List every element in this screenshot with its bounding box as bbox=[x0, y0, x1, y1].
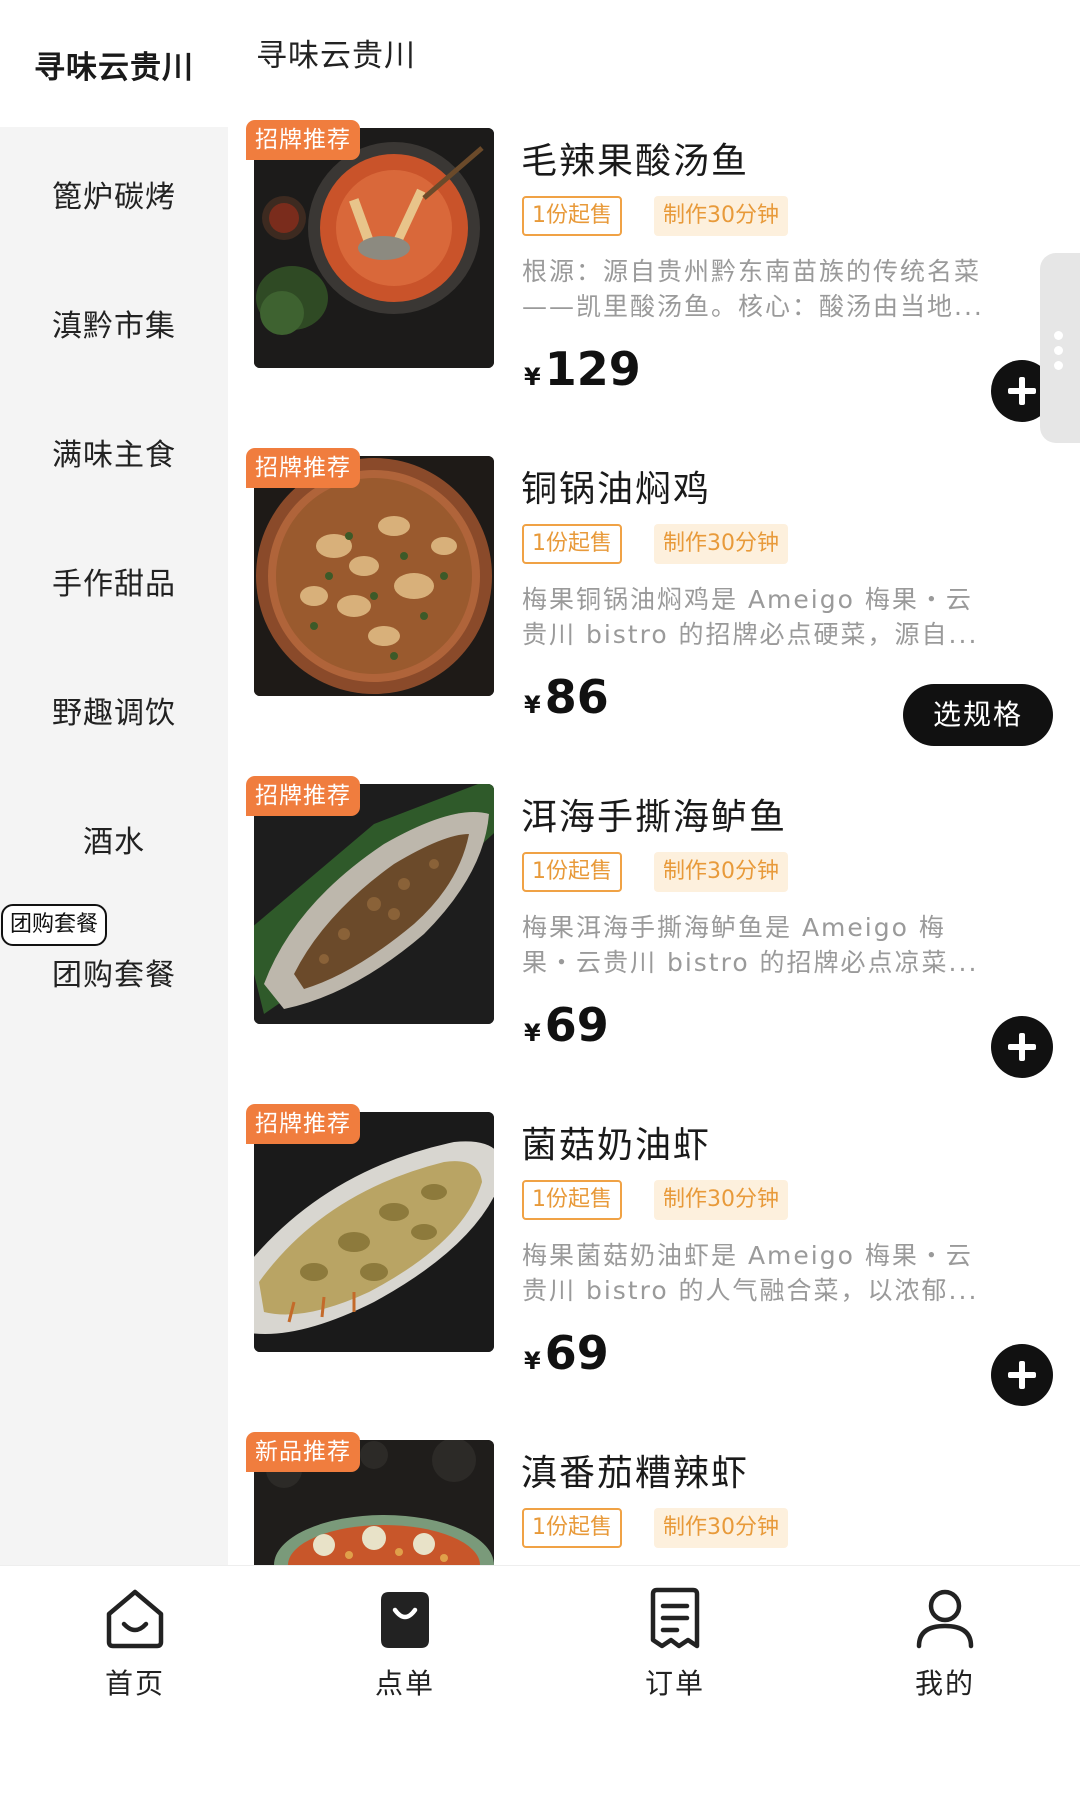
product-price: ¥69 bbox=[524, 1326, 609, 1380]
currency-symbol: ¥ bbox=[524, 363, 541, 391]
tab-orders[interactable]: 订单 bbox=[575, 1586, 775, 1726]
product-description: 根源：源自贵州黔东南苗族的传统名菜 ——凯里酸汤鱼。核心：酸汤由当地... bbox=[522, 254, 1042, 324]
product-name: 滇番茄糟辣虾 bbox=[521, 1453, 750, 1494]
user-icon bbox=[916, 1589, 974, 1649]
bottom-tab-bar: 首页 点单 订单 我的 bbox=[0, 1565, 1080, 1809]
floating-drawer-handle[interactable] bbox=[1040, 253, 1080, 443]
min-order-tag: 1份起售 bbox=[522, 524, 622, 564]
min-order-tag: 1份起售 bbox=[522, 852, 622, 892]
price-value: 69 bbox=[544, 998, 609, 1052]
product-description: 梅果洱海手撕海鲈鱼是 Ameigo 梅 果・云贵川 bistro 的招牌必点凉菜… bbox=[522, 910, 1042, 980]
product-badge: 招牌推荐 bbox=[246, 776, 360, 816]
tab-order-label: 点单 bbox=[374, 1667, 435, 1700]
product-image bbox=[254, 456, 494, 696]
price-value: 69 bbox=[544, 1326, 609, 1380]
tab-mine-label: 我的 bbox=[914, 1667, 975, 1700]
prep-time-tag: 制作30分钟 bbox=[654, 1508, 788, 1548]
product-card[interactable]: 招牌推荐 菌菇奶油虾 1份起售 制作30分钟 梅果菌菇奶油虾是 Ameigo 梅… bbox=[246, 1104, 1054, 1406]
product-description-line: 梅果铜锅油焖鸡是 Ameigo 梅果・云 bbox=[522, 585, 973, 614]
sidebar-item-staple[interactable]: 满味主食 bbox=[0, 430, 228, 474]
product-image bbox=[254, 1112, 494, 1352]
prep-time-tag: 制作30分钟 bbox=[654, 196, 788, 236]
product-image bbox=[254, 128, 494, 368]
plus-icon bbox=[1008, 1033, 1036, 1061]
product-badge: 招牌推荐 bbox=[246, 120, 360, 160]
min-order-tag: 1份起售 bbox=[522, 1508, 622, 1548]
price-value: 129 bbox=[544, 342, 641, 396]
active-category-label: 寻味云贵川 bbox=[34, 50, 194, 86]
handle-dot bbox=[1054, 346, 1063, 355]
add-to-cart-button[interactable] bbox=[991, 1016, 1053, 1078]
handle-dot bbox=[1054, 331, 1063, 340]
receipt-icon bbox=[650, 1587, 700, 1649]
product-name: 菌菇奶油虾 bbox=[521, 1125, 712, 1166]
product-description-line: 果・云贵川 bistro 的招牌必点凉菜... bbox=[522, 948, 979, 977]
sidebar-item-market[interactable]: 滇黔市集 bbox=[0, 301, 228, 345]
section-title: 寻味云贵川 bbox=[256, 38, 416, 74]
product-description: 梅果菌菇奶油虾是 Ameigo 梅果・云 贵川 bistro 的人气融合菜，以浓… bbox=[522, 1238, 1042, 1308]
sidebar-item-drinks[interactable]: 野趣调饮 bbox=[0, 688, 228, 732]
add-to-cart-button[interactable] bbox=[991, 1344, 1053, 1406]
handle-dot bbox=[1054, 361, 1063, 370]
product-price: ¥86 bbox=[524, 670, 609, 724]
product-description-line: 梅果洱海手撕海鲈鱼是 Ameigo 梅 bbox=[522, 913, 946, 942]
sidebar-item-alcohol[interactable]: 酒水 bbox=[0, 817, 228, 861]
sidebar-item-dessert[interactable]: 手作甜品 bbox=[0, 559, 228, 603]
sidebar-item-group-deal[interactable]: 团购套餐 bbox=[0, 950, 228, 994]
product-description-line: 贵川 bistro 的人气融合菜，以浓郁... bbox=[522, 1276, 979, 1305]
product-badge: 招牌推荐 bbox=[246, 1104, 360, 1144]
product-badge: 新品推荐 bbox=[246, 1432, 360, 1472]
sidebar-item-grill[interactable]: 篦炉碳烤 bbox=[0, 172, 228, 216]
product-badge: 招牌推荐 bbox=[246, 448, 360, 488]
product-name: 铜锅油焖鸡 bbox=[521, 469, 712, 510]
min-order-tag: 1份起售 bbox=[522, 1180, 622, 1220]
product-name: 毛辣果酸汤鱼 bbox=[521, 141, 750, 182]
category-sidebar: 寻味云贵川 篦炉碳烤 滇黔市集 满味主食 手作甜品 野趣调饮 酒水 团购套餐 团… bbox=[0, 0, 228, 1565]
select-spec-button[interactable]: 选规格 bbox=[903, 684, 1053, 746]
tab-home-label: 首页 bbox=[104, 1667, 165, 1700]
price-value: 86 bbox=[544, 670, 609, 724]
currency-symbol: ¥ bbox=[524, 691, 541, 719]
product-description-line: 贵川 bistro 的招牌必点硬菜，源自... bbox=[522, 620, 979, 649]
prep-time-tag: 制作30分钟 bbox=[654, 524, 788, 564]
currency-symbol: ¥ bbox=[524, 1347, 541, 1375]
home-icon bbox=[106, 1589, 164, 1649]
product-description-line: 根源：源自贵州黔东南苗族的传统名菜 bbox=[522, 257, 982, 286]
prep-time-tag: 制作30分钟 bbox=[654, 1180, 788, 1220]
product-card[interactable]: 招牌推荐 毛辣果酸汤鱼 1份起售 制作30分钟 根源：源自贵州黔东南苗族的传统名… bbox=[246, 120, 1054, 422]
plus-icon bbox=[1008, 1361, 1036, 1389]
plus-icon bbox=[1008, 377, 1036, 405]
shopping-bag-icon bbox=[381, 1592, 429, 1648]
tab-mine[interactable]: 我的 bbox=[845, 1586, 1045, 1726]
product-price: ¥69 bbox=[524, 998, 609, 1052]
product-card[interactable]: 招牌推荐 铜锅油焖鸡 1份起售 制作30分钟 梅果铜锅油焖鸡是 Ameigo 梅… bbox=[246, 448, 1054, 746]
product-description-line: ——凯里酸汤鱼。核心：酸汤由当地... bbox=[522, 292, 984, 321]
product-card[interactable]: 新品推荐 滇番茄糟辣虾 1份起售 制作30分钟 bbox=[246, 1432, 1054, 1565]
tab-home[interactable]: 首页 bbox=[35, 1586, 235, 1726]
min-order-tag: 1份起售 bbox=[522, 196, 622, 236]
currency-symbol: ¥ bbox=[524, 1019, 541, 1047]
product-price: ¥129 bbox=[524, 342, 641, 396]
product-description: 梅果铜锅油焖鸡是 Ameigo 梅果・云 贵川 bistro 的招牌必点硬菜，源… bbox=[522, 582, 1042, 652]
product-name: 洱海手撕海鲈鱼 bbox=[521, 797, 788, 838]
tab-orders-label: 订单 bbox=[644, 1667, 705, 1700]
group-deal-tooltip: 团购套餐 bbox=[1, 904, 108, 946]
product-card[interactable]: 招牌推荐 洱海手撕海鲈鱼 1份起售 制作30分钟 梅果洱海手撕海鲈鱼是 Amei… bbox=[246, 776, 1054, 1078]
product-image bbox=[254, 784, 494, 1024]
sidebar-active-item[interactable]: 寻味云贵川 bbox=[0, 0, 228, 127]
product-description-line: 梅果菌菇奶油虾是 Ameigo 梅果・云 bbox=[522, 1241, 973, 1270]
prep-time-tag: 制作30分钟 bbox=[654, 852, 788, 892]
tab-order[interactable]: 点单 bbox=[305, 1586, 505, 1726]
